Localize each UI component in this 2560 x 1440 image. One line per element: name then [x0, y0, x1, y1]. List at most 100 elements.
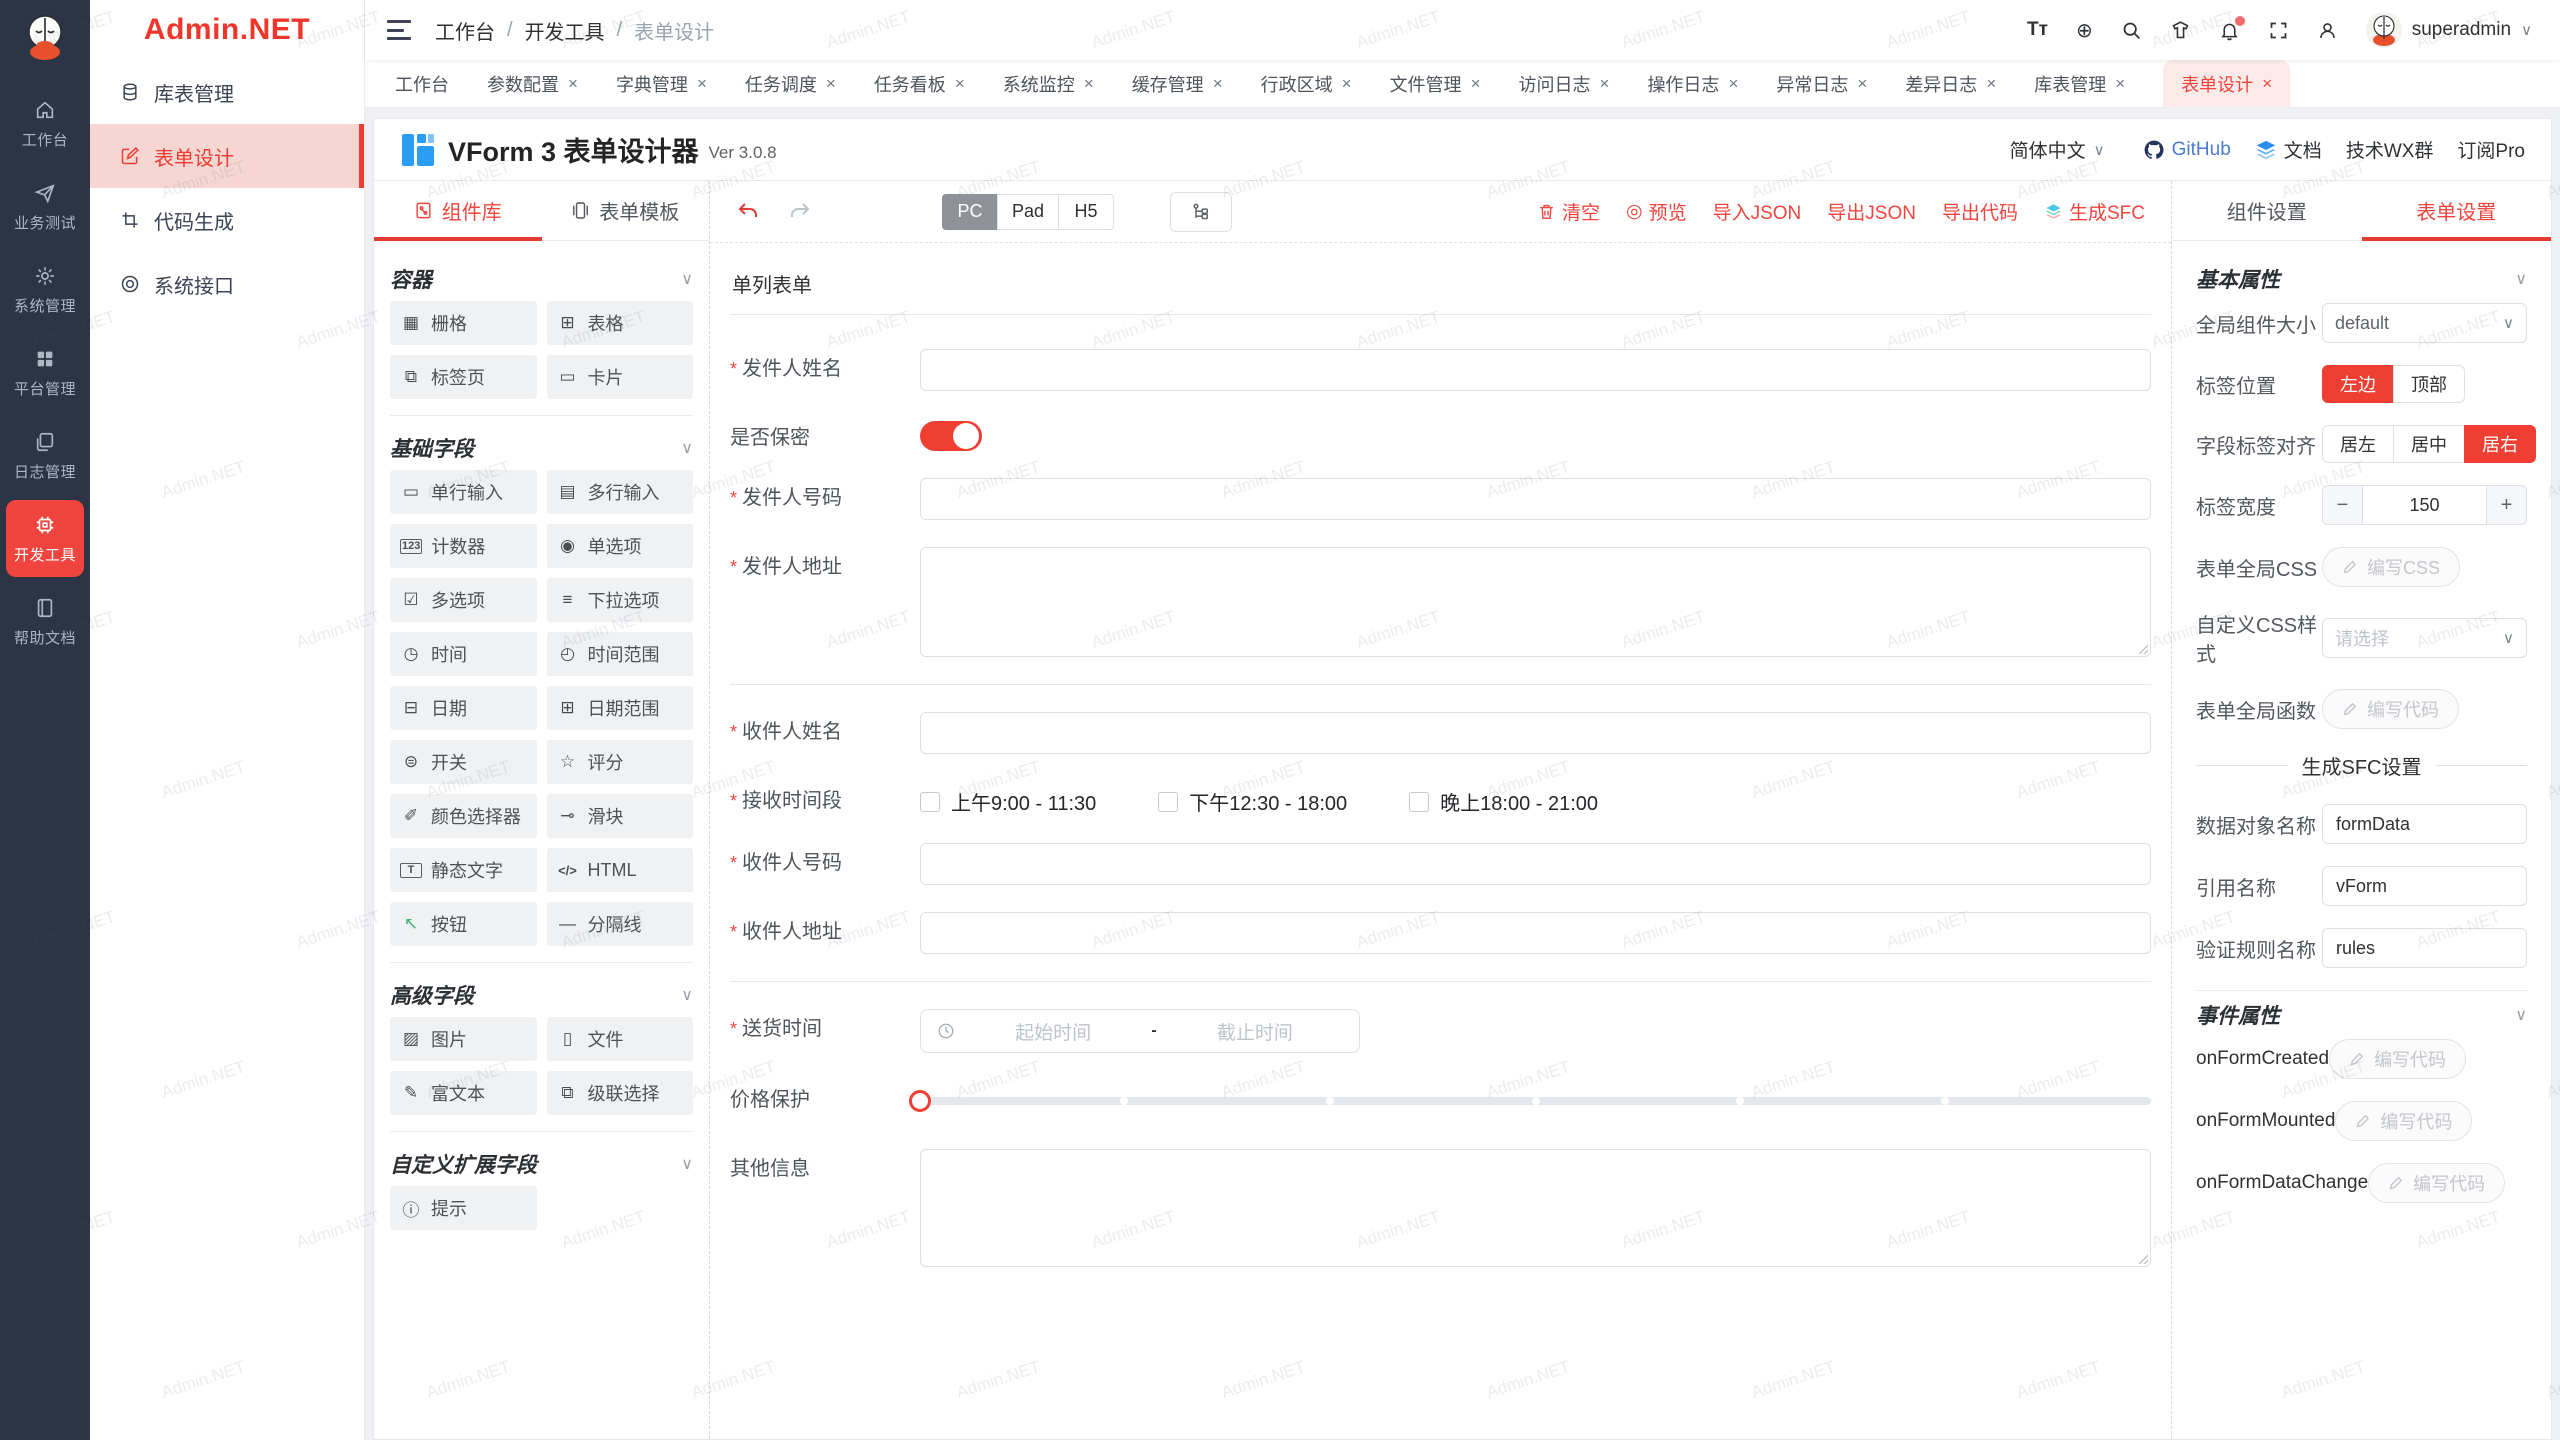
tab-sys-monitor[interactable]: 系统监控×: [1003, 60, 1094, 107]
section-basic-props[interactable]: 基本属性 ∨: [2196, 255, 2527, 303]
rail-item-help-docs[interactable]: 帮助文档: [6, 583, 84, 660]
field-receive-period[interactable]: *接收时间段 上午9:00 - 11:30 下午12:30 - 18:00 晚上…: [730, 781, 2151, 816]
align-right-button[interactable]: 居右: [2464, 425, 2536, 463]
checkbox-icon[interactable]: [920, 792, 940, 812]
docs-link[interactable]: 文档: [2255, 136, 2322, 163]
slider-handle[interactable]: [909, 1090, 931, 1112]
tab-task-schedule[interactable]: 任务调度×: [745, 60, 836, 107]
stepper-increase-button[interactable]: +: [2486, 486, 2526, 524]
component-chip-divider[interactable]: —分隔线: [547, 902, 694, 946]
edit-css-button[interactable]: 编写CSS: [2322, 547, 2460, 587]
section-header-basic[interactable]: 基础字段 ∨: [390, 426, 693, 470]
checkbox-afternoon[interactable]: 下午12:30 - 18:00: [1158, 787, 1347, 816]
component-chip-alert[interactable]: ⓘ提示: [390, 1186, 537, 1230]
receiver-name-input[interactable]: [920, 712, 2151, 754]
close-icon[interactable]: ×: [568, 74, 578, 94]
custom-css-select[interactable]: 请选择∨: [2322, 618, 2527, 658]
sidebar-item-table-manage[interactable]: 库表管理: [90, 60, 364, 124]
close-icon[interactable]: ×: [955, 74, 965, 94]
align-center-button[interactable]: 居中: [2393, 425, 2465, 463]
clear-button[interactable]: 清空: [1537, 198, 1600, 225]
section-event-props[interactable]: 事件属性 ∨: [2196, 991, 2527, 1039]
generate-sfc-button[interactable]: 生成SFC: [2044, 198, 2145, 225]
component-chip-html[interactable]: </>HTML: [547, 848, 694, 892]
rail-item-sys-manage[interactable]: 系统管理: [6, 251, 84, 328]
component-chip-number[interactable]: 123计数器: [390, 524, 537, 568]
field-sender-address[interactable]: *发件人地址: [730, 547, 2151, 657]
tab-op-log[interactable]: 操作日志×: [1647, 60, 1738, 107]
label-position-left-button[interactable]: 左边: [2322, 365, 2394, 403]
component-chip-picture[interactable]: ▨图片: [390, 1017, 537, 1061]
label-width-value[interactable]: 150: [2363, 486, 2486, 524]
close-icon[interactable]: ×: [1728, 74, 1738, 94]
field-secret[interactable]: 是否保密: [730, 418, 2151, 451]
edit-code-button[interactable]: 编写代码: [2368, 1163, 2505, 1203]
tab-workbench[interactable]: 工作台: [395, 60, 449, 107]
device-h5-button[interactable]: H5: [1058, 194, 1114, 230]
rail-item-logs[interactable]: 日志管理: [6, 417, 84, 494]
tab-access-log[interactable]: 访问日志×: [1519, 60, 1610, 107]
component-chip-file[interactable]: ▯文件: [547, 1017, 694, 1061]
tab-form-template[interactable]: 表单模板: [542, 181, 710, 240]
profile-icon[interactable]: [2317, 20, 2338, 41]
fullscreen-icon[interactable]: [2268, 20, 2289, 41]
close-icon[interactable]: ×: [1471, 74, 1481, 94]
form-title[interactable]: 单列表单: [730, 265, 2151, 315]
close-icon[interactable]: ×: [1986, 74, 1996, 94]
section-header-advanced[interactable]: 高级字段 ∨: [390, 973, 693, 1017]
align-left-button[interactable]: 居左: [2322, 425, 2394, 463]
import-json-button[interactable]: 导入JSON: [1713, 198, 1802, 225]
preview-button[interactable]: ◎预览: [1626, 198, 1687, 225]
tab-component-settings[interactable]: 组件设置: [2172, 181, 2362, 240]
close-icon[interactable]: ×: [697, 74, 707, 94]
edit-code-button[interactable]: 编写代码: [2322, 689, 2459, 729]
component-chip-date-range[interactable]: ⊞日期范围: [547, 686, 694, 730]
export-code-button[interactable]: 导出代码: [1942, 198, 2018, 225]
breadcrumb-item[interactable]: 工作台: [435, 16, 495, 45]
collapse-menu-icon[interactable]: [387, 20, 411, 40]
label-position-top-button[interactable]: 顶部: [2393, 365, 2465, 403]
rail-item-platform[interactable]: 平台管理: [6, 334, 84, 411]
secret-switch-on[interactable]: [920, 421, 982, 451]
component-chip-rate[interactable]: ☆评分: [547, 740, 694, 784]
close-icon[interactable]: ×: [2262, 74, 2272, 94]
language-icon[interactable]: ⊕: [2076, 18, 2093, 43]
global-size-select[interactable]: default∨: [2322, 303, 2527, 343]
other-info-textarea[interactable]: [920, 1149, 2151, 1267]
rail-item-workbench[interactable]: 工作台: [6, 85, 84, 162]
section-header-container[interactable]: 容器 ∨: [390, 257, 693, 301]
tab-component-lib[interactable]: 组件库: [374, 181, 542, 240]
ref-name-input[interactable]: [2322, 866, 2527, 906]
component-chip-date[interactable]: ⊟日期: [390, 686, 537, 730]
component-chip-slider[interactable]: ⊸滑块: [547, 794, 694, 838]
start-time-placeholder[interactable]: 起始时间: [965, 1018, 1141, 1045]
sender-phone-input[interactable]: [920, 478, 2151, 520]
field-price-protect[interactable]: 价格保护: [730, 1080, 2151, 1122]
form-canvas[interactable]: 单列表单 *发件人姓名 是否保密: [710, 243, 2171, 1439]
receiver-address-input[interactable]: [920, 912, 2151, 954]
edit-code-button[interactable]: 编写代码: [2335, 1101, 2472, 1141]
tab-param-config[interactable]: 参数配置×: [487, 60, 578, 107]
font-size-icon[interactable]: Tт: [2027, 19, 2048, 41]
checkbox-evening[interactable]: 晚上18:00 - 21:00: [1409, 787, 1598, 816]
component-chip-text-input[interactable]: ▭单行输入: [390, 470, 537, 514]
subscribe-pro-link[interactable]: 订阅Pro: [2457, 136, 2525, 163]
rules-name-input[interactable]: [2322, 928, 2527, 968]
section-header-custom[interactable]: 自定义扩展字段 ∨: [390, 1142, 693, 1186]
component-chip-color-picker[interactable]: ✐颜色选择器: [390, 794, 537, 838]
component-chip-time-range[interactable]: ◴时间范围: [547, 632, 694, 676]
outline-tree-button[interactable]: [1170, 192, 1232, 232]
field-sender-phone[interactable]: *发件人号码: [730, 478, 2151, 520]
tab-diff-log[interactable]: 差异日志×: [1905, 60, 1996, 107]
breadcrumb-item[interactable]: 开发工具: [525, 16, 605, 45]
sidebar-item-form-design[interactable]: 表单设计: [90, 124, 364, 188]
field-sender-name[interactable]: *发件人姓名: [730, 349, 2151, 391]
component-chip-time[interactable]: ◷时间: [390, 632, 537, 676]
edit-code-button[interactable]: 编写代码: [2329, 1039, 2466, 1079]
notification-icon[interactable]: [2219, 20, 2240, 41]
price-protect-slider[interactable]: [920, 1080, 2151, 1122]
checkbox-morning[interactable]: 上午9:00 - 11:30: [920, 787, 1096, 816]
rail-item-dev-tools[interactable]: 开发工具: [6, 500, 84, 577]
sidebar-item-api[interactable]: 系统接口: [90, 252, 364, 316]
tab-form-settings[interactable]: 表单设置: [2362, 181, 2552, 240]
